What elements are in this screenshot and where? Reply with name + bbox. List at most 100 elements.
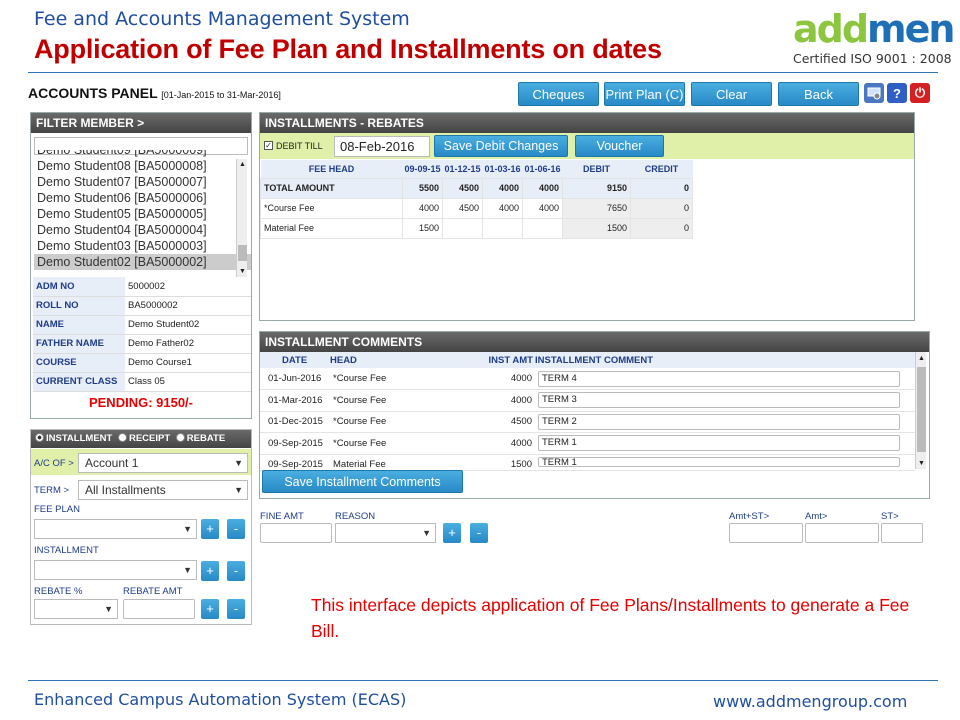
comments-scrollbar[interactable]: ▲ ▼ bbox=[915, 352, 926, 469]
amt-st-input[interactable] bbox=[729, 523, 803, 543]
radio-receipt[interactable] bbox=[117, 433, 127, 442]
amount-cell[interactable]: 1500 bbox=[402, 217, 443, 239]
power-icon[interactable]: ⏻ bbox=[910, 83, 930, 103]
scroll-up-icon[interactable]: ▲ bbox=[918, 355, 925, 362]
amt-input[interactable] bbox=[805, 523, 879, 543]
radio-installment-label[interactable]: INSTALLMENT bbox=[46, 433, 112, 444]
panel-title-text: ACCOUNTS PANEL bbox=[28, 85, 158, 101]
reason-select[interactable]: ▼ bbox=[335, 523, 436, 543]
comments-scroll-thumb[interactable] bbox=[917, 367, 926, 452]
voucher-button[interactable]: Voucher bbox=[575, 135, 664, 157]
scroll-down-icon[interactable]: ▼ bbox=[918, 460, 925, 467]
father-name-label: FATHER NAME bbox=[33, 334, 125, 354]
fee-plan-select[interactable]: ▼ bbox=[34, 519, 197, 539]
date-cell: 01-Jun-2016 bbox=[260, 368, 330, 390]
credit-cell: 0 bbox=[630, 217, 693, 239]
col-credit: CREDIT bbox=[630, 160, 693, 178]
table-row: 09-Sep-2015 *Course Fee 4000 TERM 1 bbox=[260, 432, 915, 455]
ac-of-select[interactable]: Account 1 ▼ bbox=[78, 453, 248, 473]
rebate-amount-input[interactable] bbox=[123, 599, 195, 619]
rebate-percent-label: REBATE % bbox=[34, 586, 83, 597]
radio-rebate-label[interactable]: REBATE bbox=[187, 433, 225, 444]
debit-till-label: DEBIT TILL bbox=[276, 141, 323, 151]
rebate-remove-button[interactable]: - bbox=[227, 599, 245, 619]
member-list-item[interactable]: Demo Student06 [BA5000006] bbox=[34, 190, 251, 206]
fee-head-cell: TOTAL AMOUNT bbox=[260, 177, 403, 199]
settings-icon[interactable] bbox=[864, 83, 884, 103]
inst-amt-cell: 4500 bbox=[435, 411, 535, 433]
debit-till-bar: ✓ DEBIT TILL 08-Feb-2016 Save Debit Chan… bbox=[260, 133, 914, 159]
member-list-item[interactable]: Demo Student05 [BA5000005] bbox=[34, 206, 251, 222]
installment-comment-input[interactable]: TERM 1 bbox=[538, 435, 900, 452]
filter-member-header: FILTER MEMBER > bbox=[31, 113, 251, 133]
term-select[interactable]: All Installments ▼ bbox=[78, 480, 248, 500]
installment-comment-input[interactable]: TERM 3 bbox=[538, 392, 900, 409]
head-cell: Material Fee bbox=[330, 454, 435, 471]
footer-system-name: Enhanced Campus Automation System (ECAS) bbox=[34, 690, 407, 709]
inst-amt-cell: 4000 bbox=[435, 389, 535, 412]
credit-cell: 0 bbox=[630, 197, 693, 219]
chevron-down-icon: ▼ bbox=[234, 485, 243, 495]
installment-select[interactable]: ▼ bbox=[34, 560, 197, 580]
installment-remove-button[interactable]: - bbox=[227, 561, 245, 581]
debit-till-checkbox[interactable]: ✓ bbox=[264, 141, 273, 150]
scroll-down-icon[interactable]: ▼ bbox=[239, 268, 246, 275]
fee-plan-add-button[interactable]: + bbox=[201, 519, 219, 539]
member-list-item[interactable]: Demo Student09 [BA5000009] bbox=[34, 150, 251, 158]
cheques-button[interactable]: Cheques bbox=[518, 82, 599, 106]
rebate-add-button[interactable]: + bbox=[201, 599, 219, 619]
amount-cell[interactable] bbox=[442, 217, 483, 239]
slide-main-title: Application of Fee Plan and Installments… bbox=[34, 34, 662, 64]
fine-amount-label: FINE AMT bbox=[260, 511, 304, 522]
radio-receipt-label[interactable]: RECEIPT bbox=[129, 433, 170, 444]
amount-cell[interactable]: 4500 bbox=[442, 197, 483, 219]
amount-cell[interactable]: 4000 bbox=[522, 197, 563, 219]
print-plan-button[interactable]: Print Plan (C) bbox=[604, 82, 685, 106]
save-debit-changes-button[interactable]: Save Debit Changes bbox=[434, 135, 568, 157]
debit-till-date-input[interactable]: 08-Feb-2016 bbox=[334, 136, 430, 157]
roll-no-value: BA5000002 bbox=[125, 296, 251, 316]
amount-cell[interactable] bbox=[482, 217, 523, 239]
header-divider bbox=[28, 72, 938, 73]
fine-amount-input[interactable] bbox=[260, 523, 332, 543]
term-value: All Installments bbox=[85, 483, 166, 497]
installment-comments-header: INSTALLMENT COMMENTS bbox=[260, 332, 929, 352]
member-list-item[interactable]: Demo Student07 [BA5000007] bbox=[34, 174, 251, 190]
help-icon[interactable]: ? bbox=[887, 83, 907, 103]
current-class-label: CURRENT CLASS bbox=[33, 372, 125, 392]
fine-add-button[interactable]: + bbox=[443, 523, 461, 543]
amount-cell[interactable]: 4000 bbox=[482, 197, 523, 219]
col-head: HEAD bbox=[330, 352, 435, 368]
ac-of-label: A/C OF > bbox=[34, 458, 74, 469]
installment-comment-input[interactable]: TERM 2 bbox=[538, 413, 900, 430]
member-list-item[interactable]: Demo Student04 [BA5000004] bbox=[34, 222, 251, 238]
member-list[interactable]: Demo Student09 [BA5000009] Demo Student0… bbox=[34, 150, 251, 270]
installment-comment-input[interactable]: TERM 4 bbox=[538, 370, 900, 387]
member-list-scrollbar[interactable]: ▲ ▼ bbox=[236, 159, 247, 277]
back-button[interactable]: Back bbox=[778, 82, 859, 106]
col-inst-amt: INST AMT bbox=[435, 352, 535, 368]
clear-button[interactable]: Clear bbox=[691, 82, 772, 106]
member-list-item[interactable]: Demo Student08 [BA5000008] bbox=[34, 158, 251, 174]
rebate-percent-select[interactable]: ▼ bbox=[34, 599, 118, 619]
amount-cell: 4000 bbox=[522, 177, 563, 199]
debit-cell: 7650 bbox=[562, 197, 631, 219]
save-installment-comments-button[interactable]: Save Installment Comments bbox=[262, 470, 463, 493]
adm-no-label: ADM NO bbox=[33, 277, 125, 297]
member-list-scroll-thumb[interactable] bbox=[238, 245, 247, 261]
radio-installment[interactable] bbox=[35, 433, 44, 442]
amount-cell[interactable] bbox=[522, 217, 563, 239]
member-list-item-selected[interactable]: Demo Student02 [BA5000002] bbox=[34, 254, 251, 270]
installment-add-button[interactable]: + bbox=[201, 561, 219, 581]
st-input[interactable] bbox=[881, 523, 923, 543]
amount-cell[interactable]: 4000 bbox=[402, 197, 443, 219]
radio-rebate[interactable] bbox=[175, 433, 185, 442]
fee-plan-remove-button[interactable]: - bbox=[227, 519, 245, 539]
fine-remove-button[interactable]: - bbox=[470, 523, 488, 543]
scroll-up-icon[interactable]: ▲ bbox=[239, 161, 246, 168]
member-list-item[interactable]: Demo Student03 [BA5000003] bbox=[34, 238, 251, 254]
col-date-2: 01-12-15 bbox=[442, 160, 483, 178]
installment-comment-input[interactable]: TERM 1 bbox=[538, 456, 900, 467]
fee-head-cell: Material Fee bbox=[260, 217, 403, 239]
table-row: TOTAL AMOUNT 5500 4500 4000 4000 9150 0 bbox=[260, 177, 693, 199]
